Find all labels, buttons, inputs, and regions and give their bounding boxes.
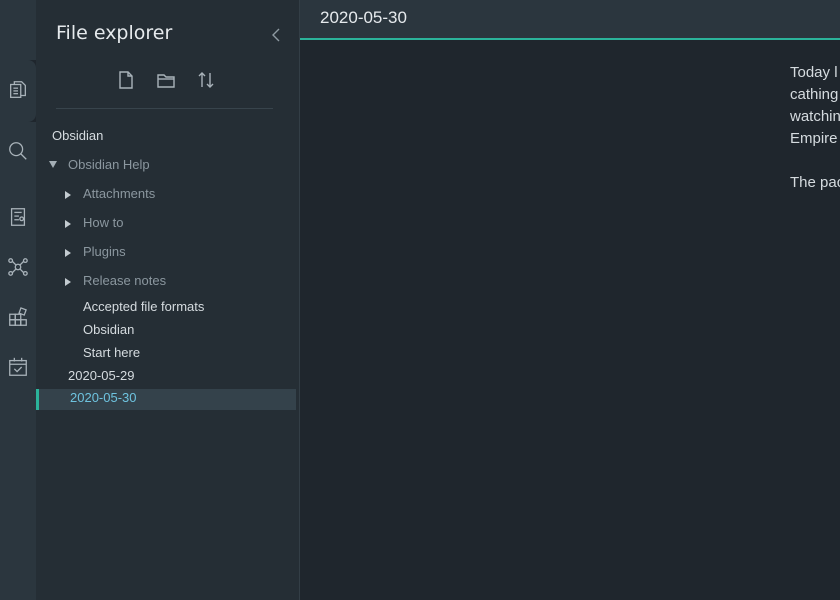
- collapse-panel-button[interactable]: [268, 26, 284, 44]
- file-accepted-file-formats[interactable]: Accepted file formats: [83, 296, 204, 318]
- note-title[interactable]: 2020-05-30: [320, 8, 407, 28]
- folder-plugins[interactable]: Plugins: [83, 241, 126, 263]
- folder-release-notes[interactable]: Release notes: [83, 270, 166, 292]
- panel-title: File explorer: [56, 22, 173, 44]
- sort-icon: [198, 72, 214, 88]
- content-line: cathing: [790, 86, 839, 103]
- new-note-button[interactable]: [114, 68, 138, 92]
- editor-header: 2020-05-30: [300, 0, 840, 40]
- content-line: watchin: [790, 108, 840, 125]
- chevron-right-icon[interactable]: [65, 220, 71, 228]
- files-icon[interactable]: [6, 78, 30, 102]
- toolbar-divider: [56, 108, 273, 109]
- chevron-right-icon[interactable]: [65, 191, 71, 199]
- folder-how-to[interactable]: How to: [83, 212, 123, 234]
- chevron-left-icon: [272, 28, 280, 42]
- content-line: Today l: [790, 64, 838, 81]
- sort-button[interactable]: [194, 68, 218, 92]
- file-obsidian[interactable]: Obsidian: [83, 319, 134, 341]
- vault-root[interactable]: Obsidian: [52, 125, 103, 147]
- content-line: Empire: [790, 130, 838, 147]
- new-folder-button[interactable]: [154, 68, 178, 92]
- file-start-here[interactable]: Start here: [83, 342, 140, 364]
- calendar-icon[interactable]: [6, 355, 30, 379]
- chevron-down-icon[interactable]: [49, 161, 57, 168]
- ribbon-top: [0, 0, 36, 60]
- file-2020-05-30[interactable]: 2020-05-30: [70, 387, 137, 409]
- chevron-right-icon[interactable]: [65, 249, 71, 257]
- folder-attachments[interactable]: Attachments: [83, 183, 155, 205]
- explorer-toolbar: [114, 68, 218, 92]
- backlinks-icon[interactable]: [6, 205, 30, 229]
- file-explorer-panel: File explorer Obsidian Obsidian Help Att…: [36, 0, 300, 600]
- note-content[interactable]: Today l cathing watchin Empire The pac: [790, 62, 840, 194]
- chevron-right-icon[interactable]: [65, 278, 71, 286]
- folder-obsidian-help[interactable]: Obsidian Help: [68, 154, 150, 176]
- new-note-icon: [119, 71, 133, 89]
- ribbon: [0, 0, 36, 600]
- editor-pane: 2020-05-30 Today l cathing watchin Empir…: [300, 0, 840, 600]
- plugins-icon[interactable]: [6, 305, 30, 329]
- search-icon[interactable]: [6, 139, 30, 163]
- content-line: The pac: [790, 174, 840, 191]
- file-2020-05-29[interactable]: 2020-05-29: [68, 365, 135, 387]
- app-window: File explorer Obsidian Obsidian Help Att…: [0, 0, 840, 600]
- new-folder-icon: [157, 74, 175, 88]
- graph-icon[interactable]: [6, 255, 30, 279]
